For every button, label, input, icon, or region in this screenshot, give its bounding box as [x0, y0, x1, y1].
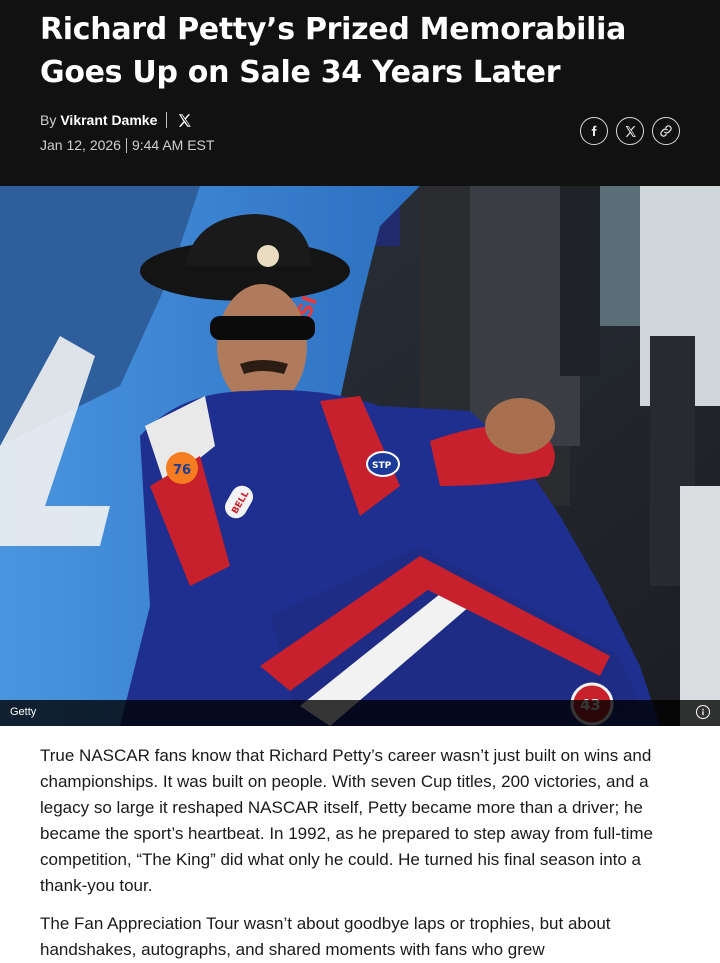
share-bar: [580, 117, 680, 145]
article-paragraph: True NASCAR fans know that Richard Petty…: [40, 746, 653, 895]
publish-datetime: Jan 12, 2026 9:44 AM EST: [40, 137, 214, 153]
article-body: True NASCAR fans know that Richard Petty…: [0, 726, 720, 963]
image-credit: Getty: [10, 706, 37, 718]
byline-prefix: By: [40, 112, 57, 128]
publish-date: Jan 12, 2026: [40, 137, 121, 153]
x-icon[interactable]: [616, 117, 644, 145]
info-icon[interactable]: [696, 705, 710, 719]
suit-logo-text: 76: [173, 463, 191, 478]
date-divider: [125, 137, 127, 153]
byline: By Vikrant Damke: [40, 112, 192, 128]
publish-time: 9:44 AM EST: [131, 137, 215, 153]
headline: Richard Petty’s Prized Memorabilia Goes …: [40, 12, 627, 90]
author-x-icon[interactable]: [177, 113, 192, 128]
facebook-icon[interactable]: [580, 117, 608, 145]
byline-divider: [166, 112, 168, 128]
suit-badge-text: STP: [372, 461, 392, 471]
article-header: Richard Petty’s Prized Memorabilia Goes …: [0, 0, 720, 186]
hero-image[interactable]: EPSI 76 STP BELL 43 Getty: [0, 186, 720, 726]
image-caption-bar: Getty: [0, 700, 720, 726]
link-icon[interactable]: [652, 117, 680, 145]
hero-photo: EPSI 76 STP BELL 43: [0, 186, 720, 726]
author-name[interactable]: Vikrant Damke: [60, 112, 157, 128]
article-paragraph: The Fan Appreciation Tour wasn’t about g…: [40, 914, 611, 959]
